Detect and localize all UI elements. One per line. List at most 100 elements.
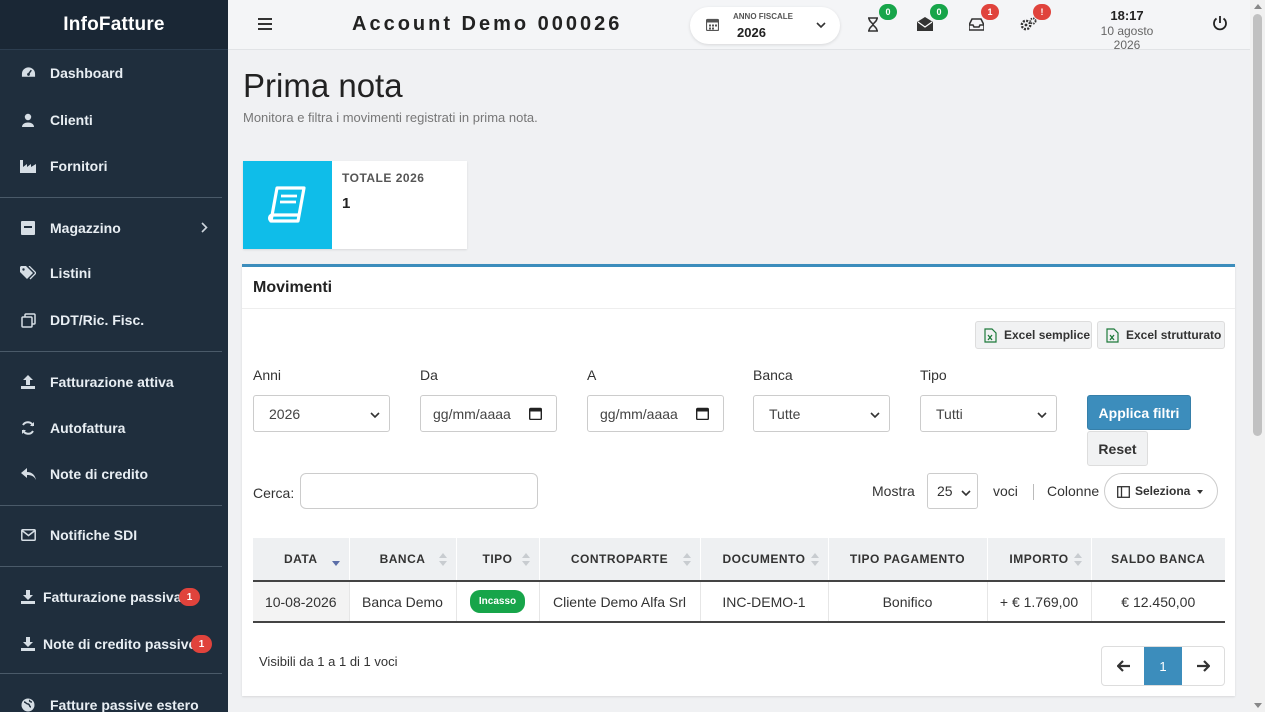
main-content: Prima nota Monitora e filtra i movimenti… [228,50,1250,712]
sidebar-item-autofattura[interactable]: Autofattura [0,408,228,448]
tags-icon [19,265,37,281]
chevron-right-icon [201,220,208,236]
vertical-scrollbar[interactable] [1250,0,1265,712]
reset-button[interactable]: Reset [1087,431,1148,466]
power-icon[interactable] [1212,15,1228,31]
sort-icon [1073,553,1082,566]
sidebar-item-fatture-estero[interactable]: Fatture passive estero [0,685,228,712]
da-value: gg/mm/aaaa [433,405,511,422]
search-label: Cerca: [253,485,295,501]
column-header-tipo-pagamento[interactable]: TIPO PAGAMENTO [828,538,988,582]
a-date-input[interactable]: gg/mm/aaaa [587,395,724,432]
user-icon [19,112,37,128]
sidebar-item-notifiche-sdi[interactable]: Notifiche SDI [0,515,228,555]
cell-documento: INC-DEMO-1 [700,581,829,623]
column-header-importo[interactable]: IMPORTO [987,538,1092,582]
chevron-down-icon [961,490,971,497]
column-header-saldo-banca[interactable]: SALDO BANCA [1091,538,1225,582]
a-value: gg/mm/aaaa [600,405,678,422]
chevron-down-icon [870,412,880,419]
column-header-tipo[interactable]: TIPO [456,538,540,582]
sidebar-item-label: Note di credito [50,466,149,482]
archive-icon [19,220,37,236]
columns-select-label: Seleziona [1135,484,1191,498]
account-title: Account Demo 000026 [352,13,623,35]
tipo-select[interactable]: Tutti [920,395,1057,432]
menu-toggle-icon[interactable] [258,18,272,30]
sidebar-item-note-credito[interactable]: Note di credito [0,454,228,494]
prev-page-button[interactable] [1102,647,1144,685]
scroll-up-icon[interactable] [1254,4,1262,9]
sidebar-item-dashboard[interactable]: Dashboard [0,53,228,93]
sidebar-item-clienti[interactable]: Clienti [0,100,228,140]
voci-label: voci [993,483,1018,499]
scroll-thumb[interactable] [1253,14,1262,436]
apply-filters-button[interactable]: Applica filtri [1087,395,1191,430]
sidebar-item-note-credito-passive[interactable]: Note di credito passive 1 [0,624,228,664]
brand-logo[interactable]: InfoFatture [0,0,228,50]
envelope-icon [19,527,37,543]
sidebar-divider [0,351,222,352]
sort-icon [682,553,691,566]
tipo-value: Tutti [936,405,963,422]
columns-icon [1117,486,1130,498]
banca-select[interactable]: Tutte [753,395,890,432]
inbox-badge: 1 [981,4,999,20]
file-excel-icon [984,328,997,343]
anni-label: Anni [253,367,282,383]
scroll-down-icon[interactable] [1254,703,1262,708]
sidebar-item-fatturazione-attiva[interactable]: Fatturazione attiva [0,362,228,402]
page-length-value: 25 [937,483,953,499]
sidebar-item-label: Note di credito passive [43,636,197,652]
sidebar-item-label: Clienti [50,112,93,128]
sidebar-item-fatturazione-passiva[interactable]: Fatturazione passiva 1 [0,577,228,617]
column-header-data[interactable]: DATA [253,538,350,582]
download-icon [19,589,37,605]
columns-select-button[interactable]: Seleziona [1104,473,1218,509]
sidebar-item-label: Fatturazione attiva [50,374,174,390]
colonne-label: Colonne [1047,483,1100,499]
stat-box-totale: TOTALE 2026 1 [243,161,467,249]
column-header-banca[interactable]: BANCA [349,538,457,582]
page-subtitle: Monitora e filtra i movimenti registrati… [243,110,538,125]
sidebar-item-label: Magazzino [50,220,121,236]
da-date-input[interactable]: gg/mm/aaaa [420,395,557,432]
hourglass-badge: 0 [879,4,897,20]
anni-select[interactable]: 2026 [253,395,390,432]
book-icon [243,161,332,249]
movimenti-table: DATA BANCA TIPO CONTROPARTE DOCUMENTO TI… [253,538,1225,623]
excel-strutturato-button[interactable]: Excel strutturato [1097,321,1225,349]
fiscal-year-value: 2026 [737,25,766,40]
sidebar-item-ddt[interactable]: DDT/Ric. Fisc. [0,300,228,340]
arrow-left-icon [1116,660,1130,672]
pagination: 1 [1101,646,1225,686]
next-page-button[interactable] [1182,647,1224,685]
page-length-select[interactable]: 25 [927,473,978,509]
table-info: Visibili da 1 a 1 di 1 voci [259,654,398,669]
mostra-label: Mostra [872,483,915,499]
settings-badge: ! [1033,4,1051,20]
excel-semplice-button[interactable]: Excel semplice [975,321,1092,349]
arrow-right-icon [1196,660,1210,672]
column-header-controparte[interactable]: CONTROPARTE [539,538,701,582]
reply-icon [19,466,37,482]
sidebar-item-label: Fornitori [50,158,108,174]
column-header-documento[interactable]: DOCUMENTO [700,538,829,582]
industry-icon [19,158,37,174]
sidebar-item-listini[interactable]: Listini [0,253,228,293]
sidebar-item-label: DDT/Ric. Fisc. [50,312,145,328]
calendar-icon[interactable] [529,407,542,420]
cell-tipo: Incasso [456,581,540,623]
page-button-1[interactable]: 1 [1144,647,1182,685]
cell-banca: Banca Demo [349,581,457,623]
table-row[interactable]: 10-08-2026 Banca Demo Incasso Cliente De… [253,581,1225,623]
sidebar-item-magazzino[interactable]: Magazzino [0,208,228,248]
sidebar-item-label: Autofattura [50,420,126,436]
card-header: Movimenti [242,267,1235,309]
sidebar-item-fornitori[interactable]: Fornitori [0,146,228,186]
fiscal-year-select[interactable]: ANNO FISCALE 2026 [690,7,840,44]
notification-badge: 1 [191,635,212,653]
search-input[interactable] [300,473,538,509]
calendar-icon[interactable] [696,407,709,420]
cell-controparte: Cliente Demo Alfa Srl [539,581,701,623]
